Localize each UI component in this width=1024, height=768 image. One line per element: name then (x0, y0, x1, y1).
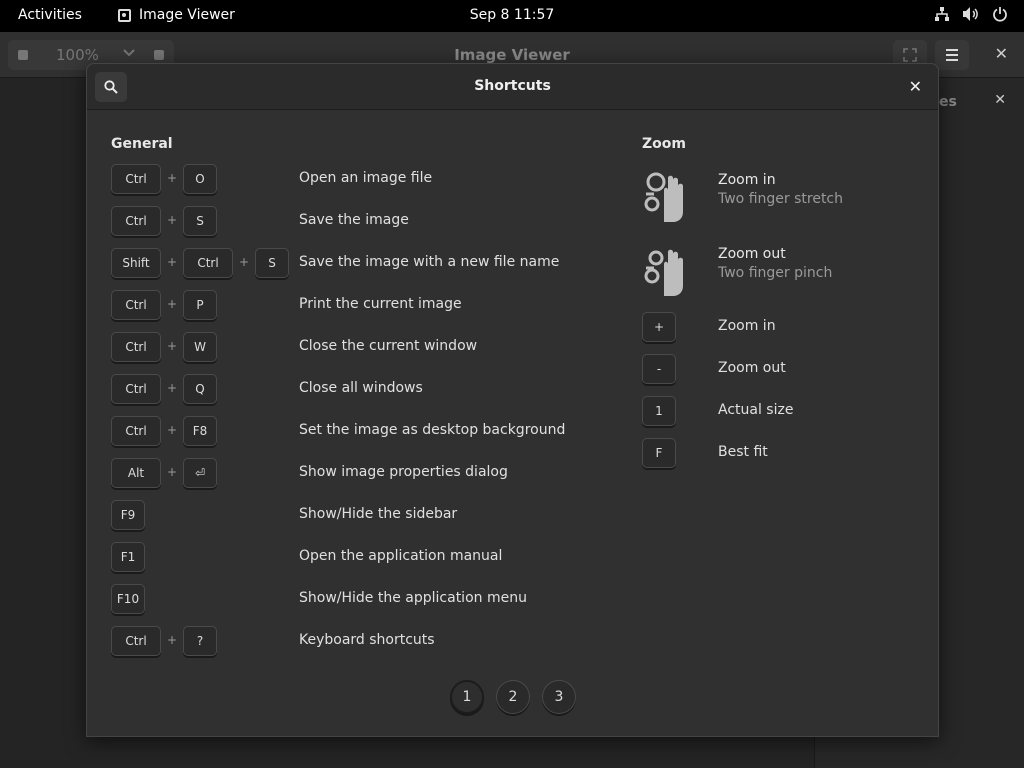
sidebar-close-button[interactable]: ✕ (994, 92, 1006, 108)
dialog-title: Shortcuts (474, 78, 551, 94)
page-switcher: 123 (450, 680, 576, 714)
viewer-title: Image Viewer (454, 46, 570, 64)
page-button-2[interactable]: 2 (496, 680, 530, 714)
sidebar-title: es (939, 94, 957, 110)
keycap: ? (183, 626, 217, 656)
keycap: S (183, 206, 217, 236)
app-menu[interactable]: Image Viewer (118, 7, 235, 23)
system-status[interactable] (934, 6, 1008, 22)
keycap: W (183, 332, 217, 362)
shortcut-description: Actual size (718, 402, 794, 418)
gesture-title: Zoom out (718, 246, 786, 262)
keycap: Shift (111, 248, 161, 278)
gesture-subtitle: Two finger stretch (718, 191, 844, 207)
shortcut-description: Keyboard shortcuts (299, 632, 435, 648)
shortcut-description: Show/Hide the application menu (299, 590, 527, 606)
top-bar: Activities Image Viewer Sep 8 11:57 (0, 0, 1024, 32)
network-icon (935, 7, 949, 21)
plus-separator: + (167, 171, 178, 185)
window-close-button[interactable]: ✕ (995, 44, 1008, 63)
shortcut-description: Open an image file (299, 170, 433, 186)
image-viewer-icon (118, 8, 131, 22)
clock[interactable]: Sep 8 11:57 (470, 7, 555, 23)
shortcut-description: Save the image (299, 212, 409, 228)
keycap: Q (183, 374, 217, 404)
shortcut-description: Close the current window (299, 338, 478, 354)
plus-separator: + (239, 255, 250, 269)
plus-separator: + (167, 633, 178, 647)
gesture-zoom-out: Zoom out Two finger pinch (642, 242, 902, 302)
shortcut-description: Open the application manual (299, 548, 503, 564)
shortcut-description: Zoom out (718, 360, 786, 376)
shortcut-description: Best fit (718, 444, 768, 460)
keycap: F10 (111, 584, 145, 614)
keycap: Ctrl (111, 290, 161, 320)
keycap: Ctrl (111, 332, 161, 362)
shortcuts-dialog: Shortcuts ✕ General Zoom Zoom in Two fin… (86, 63, 939, 737)
two-finger-pinch-icon (644, 249, 683, 296)
keycap: F9 (111, 500, 145, 530)
keycap: Ctrl (111, 164, 161, 194)
keycap: Ctrl (183, 248, 233, 278)
shortcut-description: Close all windows (299, 380, 423, 396)
gesture-zoom-in: Zoom in Two finger stretch (642, 168, 902, 228)
keycap: 1 (642, 396, 676, 426)
plus-separator: + (167, 423, 178, 437)
keycap: Ctrl (111, 416, 161, 446)
keycap: Alt (111, 458, 161, 488)
dialog-close-button[interactable]: ✕ (909, 77, 922, 96)
plus-separator: + (167, 339, 178, 353)
main-menu-button[interactable] (935, 40, 969, 70)
keycap: O (183, 164, 217, 194)
volume-icon (963, 7, 978, 21)
keycap: + (642, 312, 676, 342)
app-name: Image Viewer (139, 7, 235, 23)
plus-separator: + (167, 213, 178, 227)
shortcut-description: Save the image with a new file name (299, 254, 560, 270)
keycap: F (642, 438, 676, 468)
zoom-section-title: Zoom (642, 136, 686, 152)
keycap: S (255, 248, 289, 278)
keycap: F8 (183, 416, 217, 446)
keycap: Ctrl (111, 374, 161, 404)
plus-separator: + (167, 381, 178, 395)
gesture-subtitle: Two finger pinch (718, 265, 833, 281)
keycap: Ctrl (111, 206, 161, 236)
general-section-title: General (111, 136, 173, 152)
page-button-1[interactable]: 1 (450, 680, 484, 714)
keycap: F1 (111, 542, 145, 572)
shortcut-description: Show/Hide the sidebar (299, 506, 458, 522)
plus-separator: + (167, 465, 178, 479)
shortcut-description: Set the image as desktop background (299, 422, 566, 438)
shortcut-description: Show image properties dialog (299, 464, 508, 480)
keycap: - (642, 354, 676, 384)
two-finger-stretch-icon (644, 172, 683, 222)
keycap: ⏎ (183, 458, 217, 488)
hamburger-icon (946, 49, 958, 61)
shortcut-description: Zoom in (718, 318, 776, 334)
dialog-header: Shortcuts ✕ (87, 64, 938, 110)
shortcut-description: Print the current image (299, 296, 462, 312)
fullscreen-icon (903, 48, 917, 62)
page-button-3[interactable]: 3 (542, 680, 576, 714)
gesture-title: Zoom in (718, 172, 776, 188)
activities-button[interactable]: Activities (18, 7, 82, 23)
keycap: P (183, 290, 217, 320)
keycap: Ctrl (111, 626, 161, 656)
power-icon (993, 7, 1007, 22)
plus-separator: + (167, 255, 178, 269)
plus-separator: + (167, 297, 178, 311)
